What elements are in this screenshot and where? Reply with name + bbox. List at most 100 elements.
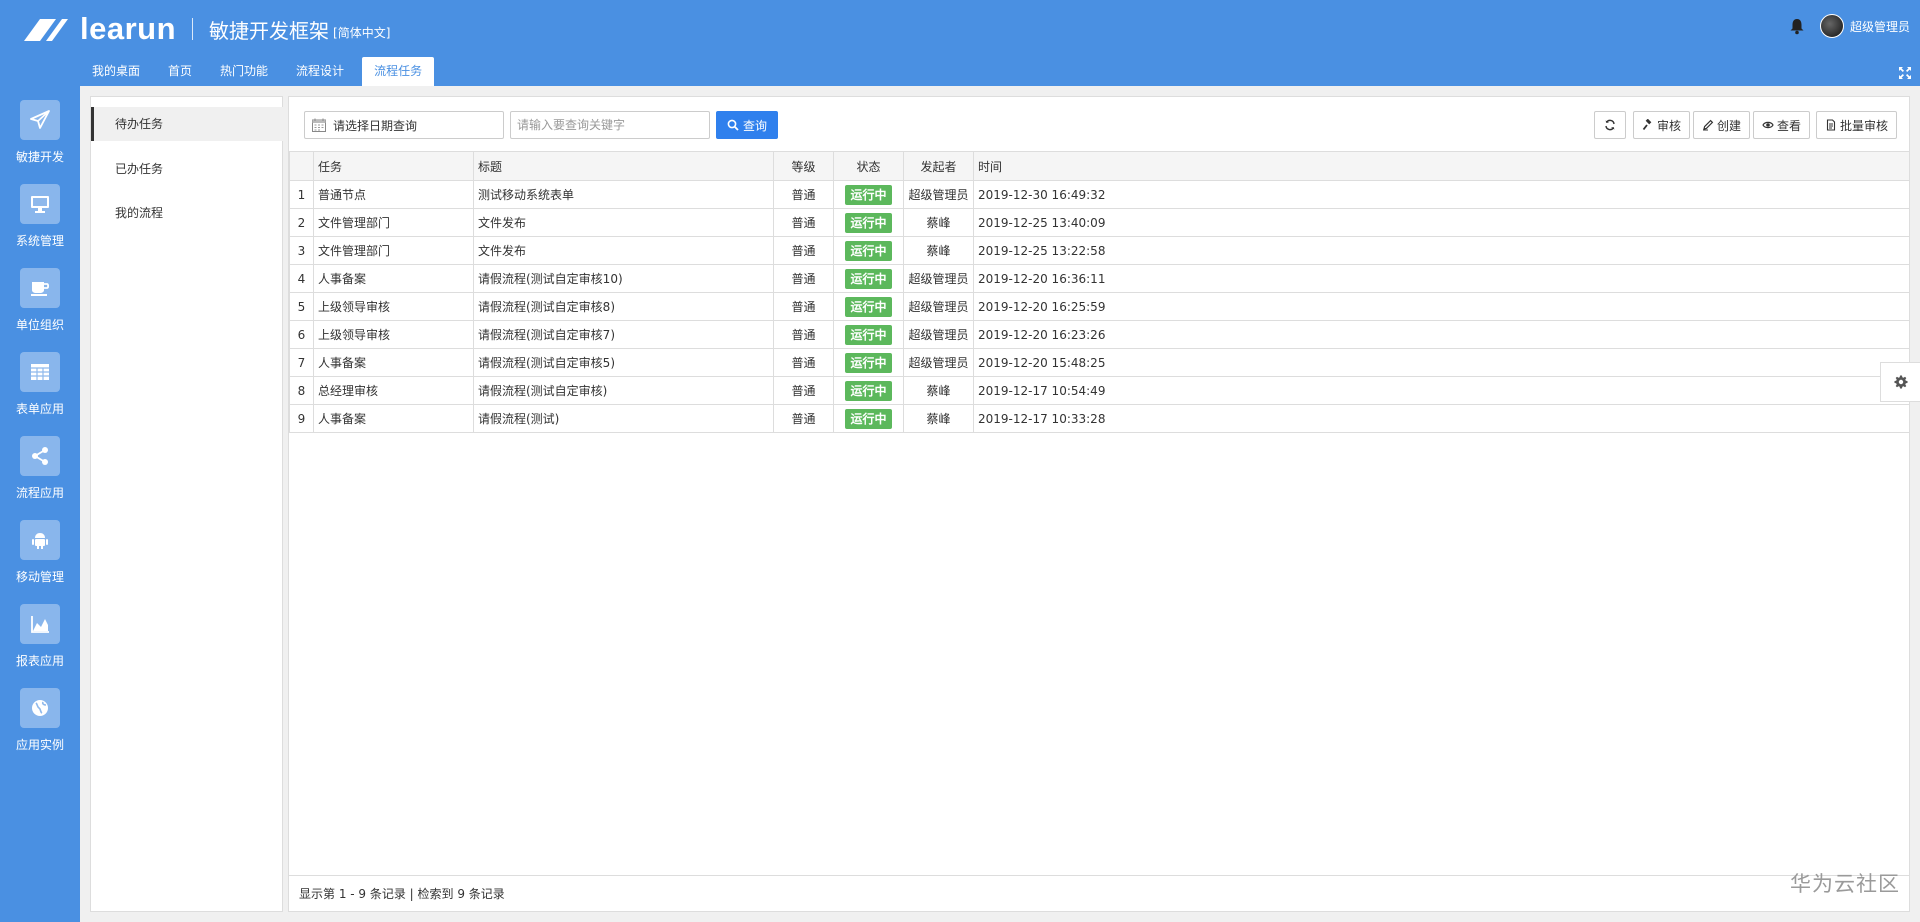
table-row[interactable]: 4 人事备案 请假流程(测试自定审核10) 普通 运行中 超级管理员 2019-… xyxy=(289,264,1910,293)
creator-cell: 超级管理员 xyxy=(903,292,974,321)
date-filter-placeholder: 请选择日期查询 xyxy=(333,118,418,133)
creator-cell: 超级管理员 xyxy=(903,348,974,377)
time-cell: 2019-12-17 10:33:28 xyxy=(973,404,1910,433)
table-row[interactable]: 5 上级领导审核 请假流程(测试自定审核8) 普通 运行中 超级管理员 2019… xyxy=(289,292,1910,321)
level-cell: 普通 xyxy=(773,236,834,265)
view-button[interactable]: 查看 xyxy=(1752,111,1810,139)
task-cell: 普通节点 xyxy=(313,180,474,209)
title-cell: 文件发布 xyxy=(473,236,774,265)
sidebar-item-label: 系统管理 xyxy=(15,234,64,248)
time-cell: 2019-12-20 15:48:25 xyxy=(973,348,1910,377)
search-button[interactable]: 查询 xyxy=(716,111,778,139)
settings-toggle[interactable] xyxy=(1880,362,1920,402)
logo[interactable]: learun 敏捷开发框架 [简体中文] xyxy=(18,11,390,46)
time-cell: 2019-12-20 16:36:11 xyxy=(973,264,1910,293)
sidebar-item-form-apps[interactable]: 表单应用 xyxy=(0,338,80,422)
approve-button[interactable]: 审核 xyxy=(1632,111,1690,139)
user-name[interactable]: 超级管理员 xyxy=(1850,18,1910,35)
monitor-icon xyxy=(31,196,49,213)
sidebar-item-label: 流程应用 xyxy=(15,486,64,500)
table-icon xyxy=(31,364,49,380)
sub-item-todo[interactable]: 待办任务 xyxy=(91,107,284,141)
app-title: 敏捷开发框架 xyxy=(209,18,330,43)
language-selector[interactable]: [简体中文] xyxy=(333,24,390,41)
create-button-label: 创建 xyxy=(1716,118,1741,133)
creator-cell: 超级管理员 xyxy=(903,264,974,293)
sidebar-item-reports[interactable]: 报表应用 xyxy=(0,590,80,674)
sidebar-item-label: 敏捷开发 xyxy=(15,150,64,164)
sidebar-item-mobile[interactable]: 移动管理 xyxy=(0,506,80,590)
time-cell: 2019-12-30 16:49:32 xyxy=(973,180,1910,209)
title-cell: 文件发布 xyxy=(473,208,774,237)
sidebar-item-label: 应用实例 xyxy=(15,738,64,752)
column-header-index xyxy=(289,151,314,181)
table-row[interactable]: 6 上级领导审核 请假流程(测试自定审核7) 普通 运行中 超级管理员 2019… xyxy=(289,320,1910,349)
column-header-time[interactable]: 时间 xyxy=(973,151,1910,181)
status-cell: 运行中 xyxy=(833,404,904,433)
status-badge: 运行中 xyxy=(845,352,892,373)
time-cell: 2019-12-20 16:23:26 xyxy=(973,320,1910,349)
task-cell: 人事备案 xyxy=(313,348,474,377)
refresh-icon xyxy=(1605,119,1615,131)
level-cell: 普通 xyxy=(773,348,834,377)
status-badge: 运行中 xyxy=(845,268,892,289)
logo-text: learun xyxy=(80,11,177,46)
gavel-icon xyxy=(1642,119,1652,131)
sidebar-item-flow-apps[interactable]: 流程应用 xyxy=(0,422,80,506)
date-filter-input[interactable]: 请选择日期查询 xyxy=(304,111,504,139)
batch-approve-button[interactable]: 批量审核 xyxy=(1815,111,1897,139)
table-row[interactable]: 7 人事备案 请假流程(测试自定审核5) 普通 运行中 超级管理员 2019-1… xyxy=(289,348,1910,377)
top-header: learun 敏捷开发框架 [简体中文] 超级管理员 我的桌面 首页 热门功能 … xyxy=(0,0,1920,86)
tab-flow-design[interactable]: 流程设计 xyxy=(286,57,354,86)
column-header-status[interactable]: 状态 xyxy=(833,151,904,181)
sidebar-item-organization[interactable]: 单位组织 xyxy=(0,254,80,338)
table-row[interactable]: 3 文件管理部门 文件发布 普通 运行中 蔡峰 2019-12-25 13:22… xyxy=(289,236,1910,265)
bell-icon[interactable] xyxy=(1788,17,1806,35)
table-row[interactable]: 1 普通节点 测试移动系统表单 普通 运行中 超级管理员 2019-12-30 … xyxy=(289,180,1910,209)
status-cell: 运行中 xyxy=(833,236,904,265)
row-index: 8 xyxy=(289,376,314,405)
create-button[interactable]: 创建 xyxy=(1692,111,1750,139)
column-header-level[interactable]: 等级 xyxy=(773,151,834,181)
sub-item-done[interactable]: 已办任务 xyxy=(91,152,284,186)
sidebar-item-system[interactable]: 系统管理 xyxy=(0,170,80,254)
time-cell: 2019-12-20 16:25:59 xyxy=(973,292,1910,321)
table-row[interactable]: 9 人事备案 请假流程(测试) 普通 运行中 蔡峰 2019-12-17 10:… xyxy=(289,404,1910,433)
column-header-creator[interactable]: 发起者 xyxy=(903,151,974,181)
task-cell: 文件管理部门 xyxy=(313,208,474,237)
title-cell: 请假流程(测试自定审核10) xyxy=(473,264,774,293)
sidebar-item-examples[interactable]: 应用实例 xyxy=(0,674,80,758)
row-index: 2 xyxy=(289,208,314,237)
title-cell: 请假流程(测试自定审核8) xyxy=(473,292,774,321)
task-cell: 人事备案 xyxy=(313,404,474,433)
status-badge: 运行中 xyxy=(845,380,892,401)
task-table: 任务 标题 等级 状态 发起者 时间 1 普通节点 测试移动系统表单 普通 运行… xyxy=(289,151,1910,433)
keyword-search-input[interactable] xyxy=(510,111,710,139)
column-header-title[interactable]: 标题 xyxy=(473,151,774,181)
level-cell: 普通 xyxy=(773,376,834,405)
status-cell: 运行中 xyxy=(833,376,904,405)
learun-logo-icon xyxy=(24,19,68,41)
tab-hot-features[interactable]: 热门功能 xyxy=(210,57,278,86)
batch-approve-button-label: 批量审核 xyxy=(1839,118,1888,133)
task-cell: 人事备案 xyxy=(313,264,474,293)
avatar[interactable] xyxy=(1819,14,1844,38)
tab-flow-tasks[interactable]: 流程任务 xyxy=(362,57,435,86)
table-row[interactable]: 8 总经理审核 请假流程(测试自定审核) 普通 运行中 蔡峰 2019-12-1… xyxy=(289,376,1910,405)
column-header-task[interactable]: 任务 xyxy=(313,151,474,181)
fullscreen-icon[interactable] xyxy=(1898,66,1912,80)
tab-my-desktop[interactable]: 我的桌面 xyxy=(82,57,150,86)
status-badge: 运行中 xyxy=(845,212,892,233)
time-cell: 2019-12-25 13:40:09 xyxy=(973,208,1910,237)
sub-item-my-flows[interactable]: 我的流程 xyxy=(91,196,284,230)
row-index: 5 xyxy=(289,292,314,321)
table-row[interactable]: 2 文件管理部门 文件发布 普通 运行中 蔡峰 2019-12-25 13:40… xyxy=(289,208,1910,237)
refresh-button[interactable] xyxy=(1593,111,1626,139)
time-cell: 2019-12-17 10:54:49 xyxy=(973,376,1910,405)
tab-home[interactable]: 首页 xyxy=(158,57,202,86)
view-button-label: 查看 xyxy=(1776,118,1801,133)
eye-icon xyxy=(1762,121,1774,129)
title-cell: 请假流程(测试自定审核5) xyxy=(473,348,774,377)
sidebar-item-agile-dev[interactable]: 敏捷开发 xyxy=(0,86,80,170)
pencil-icon xyxy=(1702,119,1714,131)
